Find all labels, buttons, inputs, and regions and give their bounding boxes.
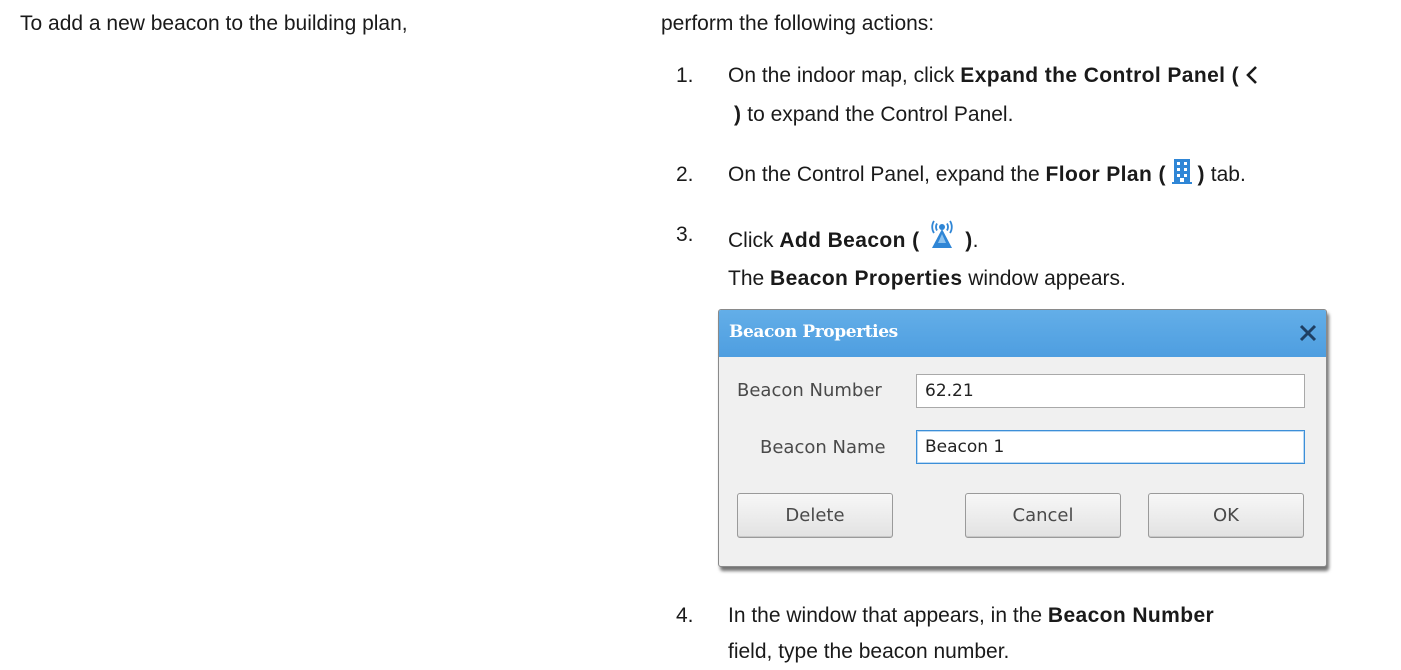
beacon-name-field[interactable] — [916, 430, 1305, 464]
beacon-number-label: Beacon Number — [737, 380, 882, 401]
step-command-name: Add Beacon ( — [779, 229, 920, 252]
intro-text-right: perform the following actions: — [661, 12, 935, 35]
dialog-title: Beacon Properties — [729, 322, 898, 342]
step-text: On the indoor map, click — [728, 64, 961, 87]
chevron-left-icon — [1245, 61, 1259, 97]
dialog-titlebar: Beacon Properties — [719, 310, 1326, 357]
step-text: Click — [728, 229, 780, 252]
step-text: window appears. — [962, 267, 1126, 290]
ok-button[interactable]: OK — [1148, 493, 1304, 538]
step-number: 1. — [676, 64, 694, 87]
step-number: 2. — [676, 163, 694, 186]
step-text: to expand the Control Panel. — [741, 103, 1014, 126]
step-text: The — [728, 267, 771, 290]
step-text: On the Control Panel, expand the — [728, 163, 1046, 186]
step-body: Click Add Beacon ( ). The Beacon Propert… — [728, 217, 1396, 297]
beacon-properties-dialog: Beacon Properties Beacon Number Beacon N… — [718, 309, 1327, 567]
intro-text-left: To add a new beacon to the building plan… — [20, 12, 408, 35]
step-text: . — [972, 229, 979, 252]
window-name: Beacon Properties — [770, 267, 963, 290]
step-command-name: Floor Plan ( — [1045, 163, 1166, 186]
delete-button[interactable]: Delete — [737, 493, 893, 538]
step-number: 4. — [676, 604, 694, 627]
building-icon — [1171, 158, 1192, 196]
beacon-icon — [925, 217, 959, 261]
beacon-name-label: Beacon Name — [760, 437, 886, 458]
close-icon[interactable] — [1296, 321, 1320, 345]
field-name: Beacon Number — [1047, 604, 1215, 627]
cancel-button[interactable]: Cancel — [965, 493, 1121, 538]
step-command-name: Expand the Control Panel ( — [960, 64, 1240, 87]
step-body: In the window that appears, in the Beaco… — [728, 598, 1396, 670]
step-body: On the Control Panel, expand the Floor P… — [728, 157, 1396, 196]
step-text: field, type the beacon number. — [728, 640, 1010, 663]
beacon-number-field[interactable] — [916, 374, 1305, 408]
step-body: On the indoor map, click Expand the Cont… — [728, 58, 1396, 133]
step-command-close: ) — [965, 229, 973, 252]
step-command-close: ) — [1197, 163, 1205, 186]
step-number: 3. — [676, 223, 694, 246]
step-text: In the window that appears, in the — [728, 604, 1048, 627]
step-text: tab. — [1204, 163, 1246, 186]
